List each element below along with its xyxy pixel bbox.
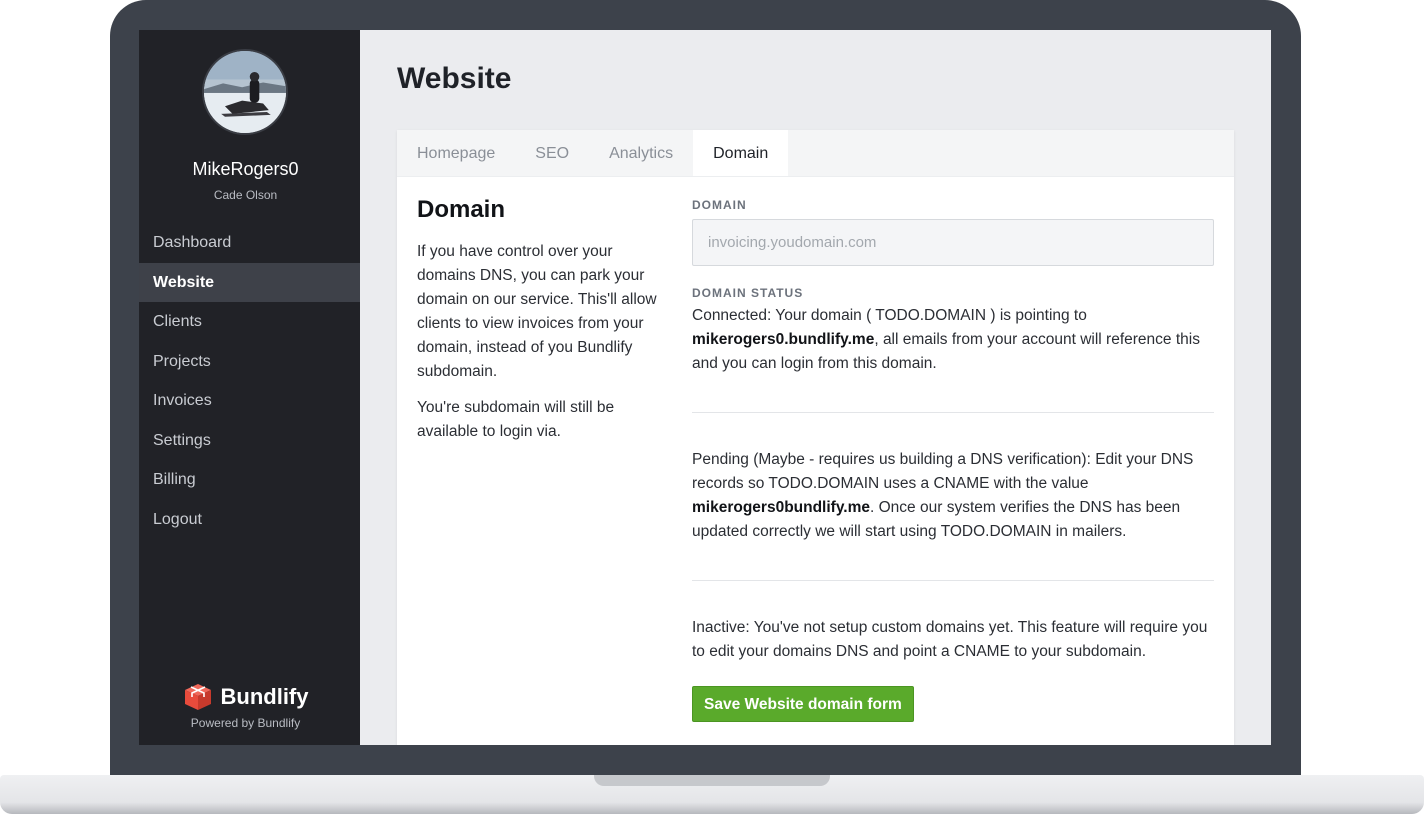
connected-prefix: Connected: Your domain ( TODO.DOMAIN ) i… <box>692 307 1087 324</box>
box-logo-icon <box>184 684 211 710</box>
section-title: Domain <box>417 196 506 223</box>
tab-homepage[interactable]: Homepage <box>397 130 515 176</box>
user-subtitle: Cade Olson <box>213 188 278 202</box>
brand-name: Bundlify <box>220 684 309 709</box>
sidebar-item-website[interactable]: Website <box>139 262 360 302</box>
tab-bar: Homepage SEO Analytics Domain <box>397 130 1234 177</box>
domain-note-text: You're subdomain will still be available… <box>417 399 615 440</box>
domain-field-label: DOMAIN <box>692 198 747 212</box>
avatar[interactable] <box>202 49 288 135</box>
sidebar-nav: Dashboard Website Clients Projects Invoi… <box>139 223 360 539</box>
laptop-notch <box>594 775 830 786</box>
save-domain-button[interactable]: Save Website domain form <box>692 686 914 722</box>
pending-prefix: Pending (Maybe - requires us building a … <box>692 451 1194 492</box>
tab-seo[interactable]: SEO <box>515 130 589 176</box>
pending-domain: mikerogers0bundlify.me <box>692 499 871 516</box>
brand: Bundlify Powered by Bundlify <box>139 683 352 730</box>
website-card: Homepage SEO Analytics Domain Domain If … <box>397 130 1234 745</box>
domain-form: DOMAIN DOMAIN STATUS Connected: Your dom… <box>692 198 1214 722</box>
sidebar-item-settings[interactable]: Settings <box>139 421 360 461</box>
domain-status-label: DOMAIN STATUS <box>692 286 804 300</box>
sidebar: MikeRogers0 Cade Olson Dashboard Website… <box>139 30 360 745</box>
sidebar-item-projects[interactable]: Projects <box>139 342 360 382</box>
domain-description: Domain If you have control over your dom… <box>417 196 662 456</box>
divider <box>692 412 1214 413</box>
sidebar-item-invoices[interactable]: Invoices <box>139 381 360 421</box>
sidebar-item-logout[interactable]: Logout <box>139 500 360 540</box>
sidebar-item-clients[interactable]: Clients <box>139 302 360 342</box>
page-title: Website <box>397 62 512 95</box>
brand-powered-by: Powered by Bundlify <box>190 716 301 730</box>
divider <box>692 580 1214 581</box>
domain-intro-text: If you have control over your domains DN… <box>417 243 657 380</box>
connected-domain: mikerogers0.bundlify.me <box>692 331 875 348</box>
brand-row: Bundlify <box>139 683 352 711</box>
tab-analytics[interactable]: Analytics <box>589 130 693 176</box>
status-inactive-text: Inactive: You've not setup custom domain… <box>692 619 1208 660</box>
app-screen: MikeRogers0 Cade Olson Dashboard Website… <box>139 30 1271 745</box>
status-connected-text: Connected: Your domain ( TODO.DOMAIN ) i… <box>692 304 1214 376</box>
sidebar-item-billing[interactable]: Billing <box>139 460 360 500</box>
avatar-photo-icon <box>204 51 286 133</box>
tab-domain[interactable]: Domain <box>693 130 789 176</box>
domain-input[interactable] <box>692 219 1214 266</box>
status-pending-text: Pending (Maybe - requires us building a … <box>692 448 1214 544</box>
sidebar-item-dashboard[interactable]: Dashboard <box>139 223 360 263</box>
user-name: MikeRogers0 <box>192 159 299 179</box>
